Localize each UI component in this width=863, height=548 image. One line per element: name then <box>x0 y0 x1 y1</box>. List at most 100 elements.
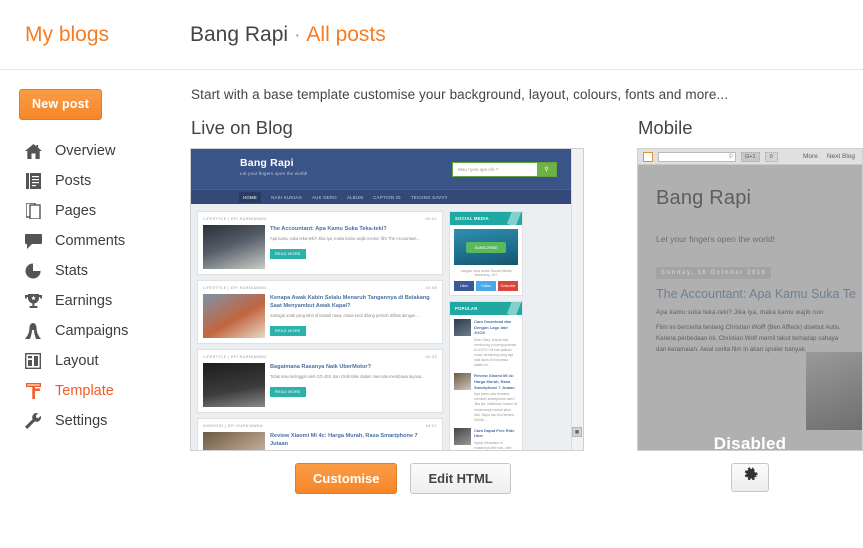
sidebar-item-layout[interactable]: Layout <box>0 346 190 376</box>
sidebar-item-settings[interactable]: Settings <box>0 406 190 436</box>
layout-icon <box>22 351 44 371</box>
mobile-settings-button[interactable] <box>731 463 769 492</box>
preview-widget-heading: SOCIAL MEDIA <box>450 212 522 225</box>
scroll-down-icon[interactable]: ■ <box>572 427 582 437</box>
preview-popular-excerpt: Dear Diary, Kapan ada merkurung ini peng… <box>474 337 517 368</box>
comment-icon <box>22 231 44 251</box>
home-icon <box>22 141 44 161</box>
mobile-post-date: Sunday, 16 October 2016 <box>656 267 772 279</box>
trophy-icon <box>22 291 44 311</box>
preview-menu-item: CAPTION ID <box>373 194 401 200</box>
preview-post-time: 00:01 <box>425 217 437 221</box>
preview-popular-entry: Cara Dapat Free Ride Uber Nyicip dibunda… <box>454 427 518 451</box>
mobile-navbar: ⚲ G+1 0 More Next Blog <box>638 149 862 165</box>
preview-post-thumbnail <box>203 225 265 269</box>
mobile-blog-preview[interactable]: ⚲ G+1 0 More Next Blog Bang Rapi Let you… <box>637 148 863 451</box>
mobile-post-paragraph: Film ini bercerita tentang Christian Wol… <box>656 324 841 353</box>
my-blogs-link[interactable]: My blogs <box>0 23 190 47</box>
live-blog-preview[interactable]: Bang Rapi Let your fingers open the worl… <box>190 148 584 451</box>
preview-read-more: READ MORE <box>270 387 306 398</box>
preview-post-category: LIFESTYLE | EPI KURNIAWAN <box>203 217 267 221</box>
sidebar-item-label: Template <box>55 383 114 399</box>
search-icon: ⚲ <box>728 154 733 160</box>
preview-post: LIFESTYLE | EPI KURNIAWAN 19:08 Kenapa A… <box>197 280 443 344</box>
mobile-blog-title: Bang Rapi <box>656 187 752 209</box>
customise-button[interactable]: Customise <box>295 463 398 494</box>
preview-subscribe-button: SUBSCRIBE <box>466 241 506 253</box>
preview-post-meta: ANDROID | EPI KURNIAWAN 16:07 <box>203 424 437 428</box>
preview-widget-note: Jangan lupa untuk Social Media sekarang,… <box>460 269 512 277</box>
campaigns-icon <box>22 321 44 341</box>
preview-blog-title: Bang Rapi <box>240 157 294 169</box>
preview-post-category: LIFESTYLE | EPI KURNIAWAN <box>203 286 267 290</box>
sidebar-item-stats[interactable]: Stats <box>0 256 190 286</box>
preview-menu-item: TECHNO SAVVY <box>410 194 448 200</box>
preview-popular-title: Cara Dapat Free Ride Uber <box>474 427 515 439</box>
new-post-button[interactable]: New post <box>19 89 103 120</box>
sidebar-item-label: Pages <box>55 203 97 219</box>
mobile-post-title: The Accountant: Apa Kamu Suka Te <box>656 287 856 301</box>
preview-post-meta: LIFESTYLE | EPI KURNIAWAN 20:33 <box>203 355 437 359</box>
preview-post: LIFESTYLE | EPI KURNIAWAN 00:01 The Acco… <box>197 211 443 275</box>
preview-body: LIFESTYLE | EPI KURNIAWAN 00:01 The Acco… <box>191 204 583 451</box>
sidebar-item-campaigns[interactable]: Campaigns <box>0 316 190 346</box>
sidebar-item-earnings[interactable]: Earnings <box>0 286 190 316</box>
preview-search-box: Mau nyari apa nih ? ⚲ <box>452 162 557 177</box>
preview-popular-title: Review Xiaomi Mi 4c: Harga Murah, Rasa S… <box>474 373 515 390</box>
preview-menu-item: HOME <box>239 191 262 203</box>
sidebar-item-label: Overview <box>55 143 116 159</box>
preview-menu-item: ALBUM <box>346 194 364 200</box>
preview-popular-entry: Cara Download dan Dengan Lagu dari JOOX … <box>454 319 518 368</box>
preview-menu: HOME NASI KUNIAG AUK DERO ALBUM CAPTION … <box>191 189 583 204</box>
sidebar-item-comments[interactable]: Comments <box>0 226 190 256</box>
preview-widget-popular: POPULAR Cara Download dan Dengan Lagu da… <box>449 301 523 451</box>
preview-post-category: LIFESTYLE | EPI KURNIAWAN <box>203 355 267 359</box>
sidebar-item-overview[interactable]: Overview <box>0 136 190 166</box>
preview-post: LIFESTYLE | EPI KURNIAWAN 20:33 Bagaiman… <box>197 349 443 413</box>
preview-scrollbar[interactable]: ■ <box>571 149 583 450</box>
preview-post-excerpt: Apa kamu suka teka-teki? Jika iya, maka … <box>270 236 420 242</box>
posts-icon <box>22 171 44 191</box>
sidebar-item-label: Stats <box>55 263 89 279</box>
breadcrumb-separator: · <box>294 24 301 46</box>
preview-popular-excerpt: Nyicip dibundam di makannya bikin tak, u… <box>474 441 512 451</box>
preview-post-thumbnail <box>203 432 265 450</box>
sidebar-item-label: Layout <box>55 353 99 369</box>
preview-widget-social: SOCIAL MEDIA SUBSCRIBE Jangan lupa untuk… <box>449 211 523 296</box>
preview-popular-thumbnail <box>454 373 471 391</box>
preview-post-time: 19:08 <box>425 286 437 290</box>
mobile-action-buttons <box>637 463 863 492</box>
preview-post-meta: LIFESTYLE | EPI KURNIAWAN 19:08 <box>203 286 437 290</box>
preview-post-title: Kenapa Awak Kabin Selalu Menaruh Tangann… <box>270 295 430 310</box>
preview-read-more: READ MORE <box>270 249 306 260</box>
breadcrumb-all-posts[interactable]: All posts <box>306 23 385 46</box>
preview-menu-item: NASI KUNIAG <box>271 194 303 200</box>
preview-popular-title: Cara Download dan Dengan Lagu dari JOOX <box>474 319 512 336</box>
new-post-wrap: New post <box>0 89 190 120</box>
breadcrumb: Bang Rapi · All posts <box>190 23 386 47</box>
preview-read-more: READ MORE <box>270 326 306 337</box>
blogger-template-page: My blogs Bang Rapi · All posts New post Ov… <box>0 0 863 548</box>
preview-post-title: Bagaimana Rasanya Naik UberMotor? <box>270 364 372 370</box>
preview-post-time: 16:07 <box>425 424 437 428</box>
gplus-button: G+1 <box>741 151 760 162</box>
facebook-icon: Likes <box>454 281 474 291</box>
preview-post-time: 20:33 <box>425 355 437 359</box>
sidebar-item-label: Settings <box>55 413 108 429</box>
twitter-icon: Follow <box>476 281 496 291</box>
preview-header: Bang Rapi Let your fingers open the worl… <box>191 149 583 189</box>
preview-post-excerpt: Sebagai anak yang lahir di kawah rawa, m… <box>270 313 420 319</box>
breadcrumb-blog-name[interactable]: Bang Rapi <box>190 23 288 46</box>
preview-panels: Live on Blog Bang Rapi Let your fingers … <box>190 117 863 494</box>
preview-post-meta: LIFESTYLE | EPI KURNIAWAN 00:01 <box>203 217 437 221</box>
page-lede: Start with a base template customise you… <box>191 87 729 102</box>
mobile-post-lead: Apa kamu suka teka-teki? Jika iya, maka … <box>656 309 824 316</box>
preview-popular-thumbnail <box>454 427 471 445</box>
gplus-count: 0 <box>764 151 778 162</box>
sidebar-item-posts[interactable]: Posts <box>0 166 190 196</box>
edit-html-button[interactable]: Edit HTML <box>410 463 511 494</box>
sidebar-item-template[interactable]: Template <box>0 376 190 406</box>
sidebar-item-pages[interactable]: Pages <box>0 196 190 226</box>
preview-post-title: The Accountant: Apa Kamu Suka Teka-teki? <box>270 226 387 232</box>
preview-widget-image: SUBSCRIBE <box>454 229 518 265</box>
